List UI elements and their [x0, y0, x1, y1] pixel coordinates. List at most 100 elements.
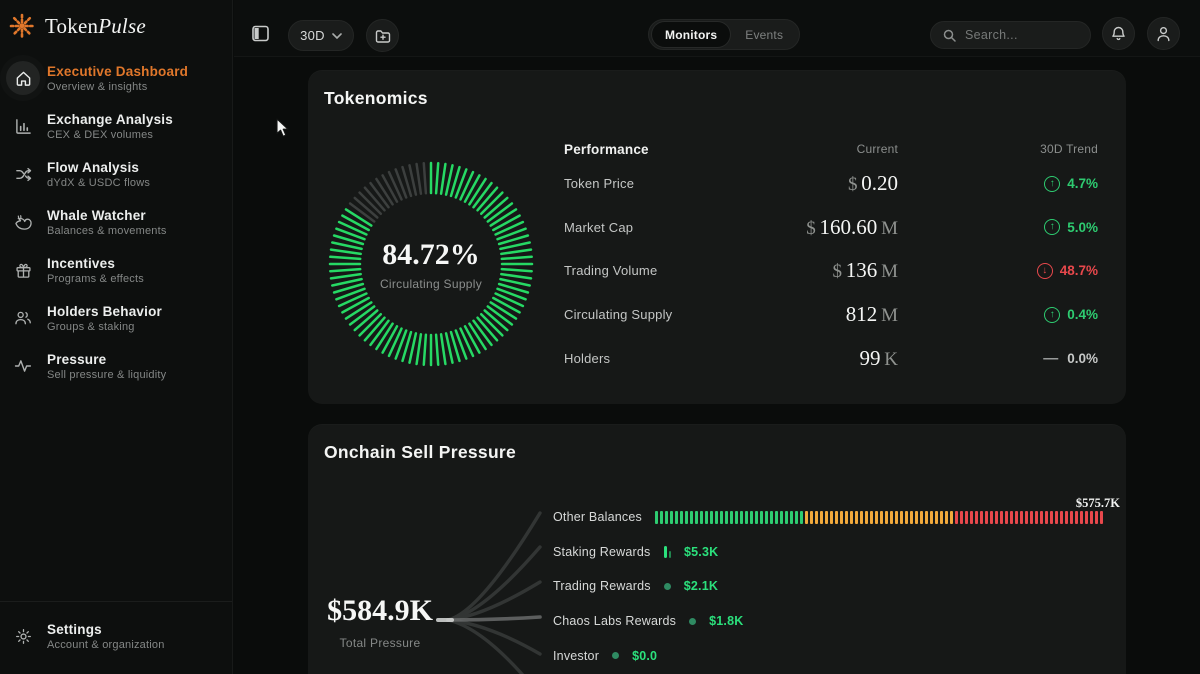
total-pressure-value: $584.9K: [322, 594, 438, 628]
pressure-row-label: Other Balances: [553, 510, 642, 524]
nav-item-title: Executive Dashboard: [47, 64, 188, 79]
flow-fan-lines: [436, 486, 552, 674]
nav-item-title: Incentives: [47, 256, 144, 271]
metric-trend: ↑0.4%: [898, 307, 1098, 323]
pressure-row-other-balances: Other Balances$575.7K: [553, 500, 1106, 535]
nav-item-subtitle: Programs & effects: [47, 273, 144, 285]
sidebar-item-pressure[interactable]: PressureSell pressure & liquidity: [0, 342, 232, 390]
pressure-row-label: Chaos Labs Rewards: [553, 614, 676, 628]
whale-icon: [6, 205, 40, 239]
metric-trend: —0.0%: [898, 350, 1098, 367]
sidebar-item-executive-dashboard[interactable]: Executive Dashboard Overview & insights: [0, 54, 232, 102]
topbar: 30D MonitorsEvents Search...: [234, 0, 1200, 57]
pressure-row-label: Staking Rewards: [553, 545, 651, 559]
metric-trend: ↑5.0%: [898, 219, 1098, 235]
sidebar-settings-section: Settings Account & organization: [0, 601, 232, 674]
metric-current-value: 99 K: [778, 346, 898, 371]
brand: TokenPulse: [0, 0, 232, 50]
sidebar-item-exchange-analysis[interactable]: Exchange AnalysisCEX & DEX volumes: [0, 102, 232, 150]
pressure-row-value: $0.0: [632, 649, 657, 663]
metric-trend: ↑4.7%: [898, 176, 1098, 192]
nav-item-text: Flow AnalysisdYdX & USDC flows: [47, 160, 150, 189]
nav-item-subtitle: Balances & movements: [47, 225, 167, 237]
home-icon: [6, 61, 40, 95]
performance-row-trading-volume: Trading Volume$ 136 M↓48.7%: [564, 249, 1098, 293]
nav-item-title: Flow Analysis: [47, 160, 150, 175]
user-menu-button[interactable]: [1147, 17, 1180, 50]
nav-item-text: Whale Watcher Balances & movements: [47, 208, 167, 237]
nav-item-subtitle: Groups & staking: [47, 321, 162, 333]
pressure-row-label: Trading Rewards: [553, 579, 651, 593]
search-placeholder: Search...: [965, 28, 1018, 42]
pressure-row-value: $2.1K: [684, 579, 718, 593]
date-range-dropdown[interactable]: 30D: [288, 20, 354, 51]
sidebar-item-flow-analysis[interactable]: Flow AnalysisdYdX & USDC flows: [0, 150, 232, 198]
pressure-row-value: $1.8K: [709, 614, 743, 628]
date-range-label: 30D: [300, 28, 325, 43]
pressure-row-label: Investor: [553, 649, 599, 663]
nav-item-text: Settings Account & organization: [47, 622, 165, 651]
bar-chart-icon: [6, 109, 40, 143]
users-icon: [6, 301, 40, 335]
arrow-down-circle-icon: ↓: [1037, 263, 1053, 279]
brand-logo-icon: [8, 12, 36, 40]
performance-row-market-cap: Market Cap$ 160.60 M↑5.0%: [564, 206, 1098, 250]
brand-name: TokenPulse: [45, 14, 146, 39]
arrow-up-circle-icon: ↑: [1044, 307, 1060, 323]
sidebar-item-holders-behavior[interactable]: Holders Behavior Groups & staking: [0, 294, 232, 342]
nav-item-title: Whale Watcher: [47, 208, 167, 223]
performance-row-token-price: Token Price$ 0.20↑4.7%: [564, 162, 1098, 206]
sidebar-item-whale-watcher[interactable]: Whale Watcher Balances & movements: [0, 198, 232, 246]
performance-table-body: Token Price$ 0.20↑4.7%Market Cap$ 160.60…: [564, 162, 1098, 380]
nav-item-subtitle: Account & organization: [47, 639, 165, 651]
mini-bar-icon: [664, 546, 672, 558]
tab-monitors[interactable]: Monitors: [652, 22, 730, 47]
sidebar: TokenPulse Executive Dashboard Overview &…: [0, 0, 233, 674]
sell-pressure-title: Onchain Sell Pressure: [324, 442, 516, 463]
metric-label: Circulating Supply: [564, 307, 778, 322]
nav-item-text: Executive Dashboard Overview & insights: [47, 64, 188, 93]
search-input[interactable]: Search...: [930, 21, 1091, 49]
panel-toggle-icon[interactable]: [252, 25, 269, 42]
nav-item-text: Incentives Programs & effects: [47, 256, 144, 285]
pressure-row-investor: Investor $0.0: [553, 638, 1106, 673]
nav-item-title: Settings: [47, 622, 165, 637]
tokenomics-title: Tokenomics: [324, 88, 428, 109]
gift-icon: [6, 253, 40, 287]
metric-label: Token Price: [564, 176, 778, 191]
mouse-cursor: [276, 118, 291, 138]
pressure-row-value: $575.7K: [1076, 496, 1120, 511]
performance-row-circulating-supply: Circulating Supply812 M↑0.4%: [564, 293, 1098, 337]
tab-events[interactable]: Events: [732, 22, 796, 47]
col-current: Current: [778, 142, 898, 156]
performance-table-header: Performance Current 30D Trend: [564, 136, 1098, 162]
sidebar-nav: Executive DashboardOverview & insightsEx…: [0, 54, 232, 390]
chevron-down-icon: [332, 33, 342, 39]
arrow-up-circle-icon: ↑: [1044, 176, 1060, 192]
nav-item-title: Holders Behavior: [47, 304, 162, 319]
nav-item-title: Exchange Analysis: [47, 112, 173, 127]
sidebar-item-incentives[interactable]: Incentives Programs & effects: [0, 246, 232, 294]
shuffle-icon: [6, 157, 40, 191]
nav-item-text: PressureSell pressure & liquidity: [47, 352, 166, 381]
metric-label: Market Cap: [564, 220, 778, 235]
folder-add-icon: [375, 29, 391, 43]
user-icon: [1156, 26, 1171, 42]
tokenomics-card: Tokenomics 84.72% Circulating Supply Per…: [308, 70, 1126, 404]
monitors-events-toggle: MonitorsEvents: [648, 19, 800, 50]
dash-icon: —: [1043, 350, 1058, 367]
activity-icon: [6, 349, 40, 383]
dot-icon: [689, 618, 696, 625]
nav-item-text: Holders Behavior Groups & staking: [47, 304, 162, 333]
metric-trend: ↓48.7%: [898, 263, 1098, 279]
notifications-button[interactable]: [1102, 17, 1135, 50]
metric-current-value: $ 0.20: [778, 171, 898, 196]
performance-table: Performance Current 30D Trend Token Pric…: [564, 136, 1098, 380]
performance-row-holders: Holders99 K—0.0%: [564, 336, 1098, 380]
sidebar-item-settings[interactable]: Settings Account & organization: [0, 612, 232, 660]
pressure-row-staking-rewards: Staking Rewards$5.3K: [553, 535, 1106, 570]
folder-add-button[interactable]: [366, 19, 399, 52]
sell-pressure-card: Onchain Sell Pressure $584.9K Total Pres…: [308, 424, 1126, 674]
nav-item-title: Pressure: [47, 352, 166, 367]
nav-item-subtitle: Overview & insights: [47, 81, 188, 93]
